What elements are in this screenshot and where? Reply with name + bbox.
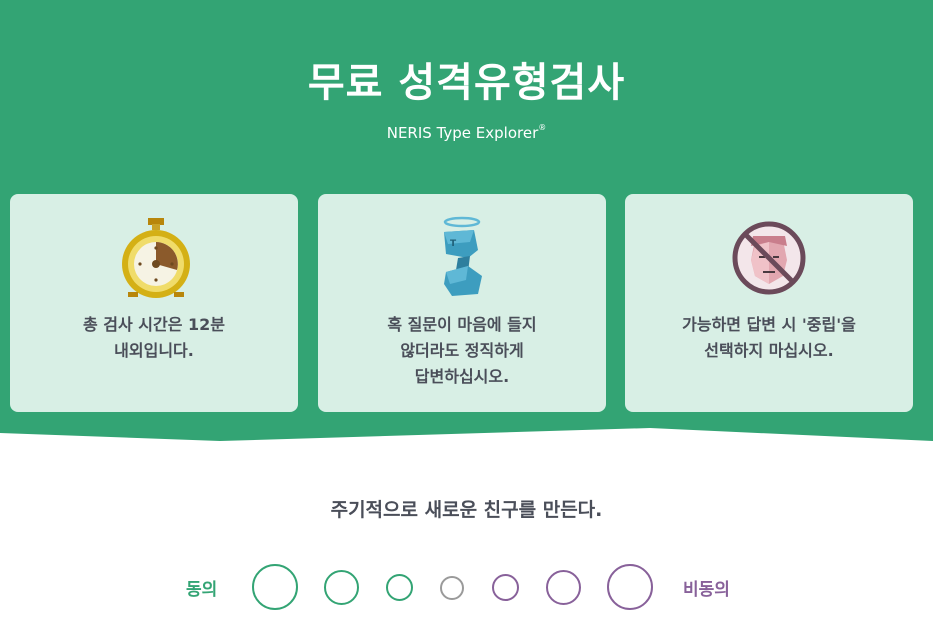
card-text-line: 않더라도 정직하게 <box>400 341 524 360</box>
subtitle-text: NERIS Type Explorer <box>386 124 539 142</box>
disagree-label: 비동의 <box>683 580 730 600</box>
agree-label: 동의 <box>186 580 218 600</box>
question-text: 주기적으로 새로운 친구를 만든다. <box>330 499 603 521</box>
card-text-line: 내외입니다. <box>114 341 194 360</box>
card-text: 가능하면 답변 시 '중립'을 선택하지 마십시오. <box>641 312 897 364</box>
stopwatch-icon <box>122 218 190 298</box>
page-title: 무료 성격유형검사 <box>307 60 626 106</box>
card-text-line: 선택하지 마십시오. <box>704 341 834 360</box>
info-card-honesty: T 혹 질문이 마음에 들지 않더라도 정직하게 답변하십시오. <box>318 194 606 412</box>
info-card-no-neutral: 가능하면 답변 시 '중립'을 선택하지 마십시오. <box>625 194 913 412</box>
card-text-line: 가능하면 답변 시 '중립'을 <box>682 315 856 334</box>
svg-text:T: T <box>450 239 457 249</box>
hero-section: 무료 성격유형검사 NERIS Type Explorer® 총 검사 시간은 … <box>0 0 933 443</box>
card-text: 혹 질문이 마음에 들지 않더라도 정직하게 답변하십시오. <box>334 312 590 390</box>
card-text-line: 총 검사 시간은 12분 <box>82 315 226 334</box>
registered-mark: ® <box>538 123 547 132</box>
answer-option-strongly-disagree[interactable] <box>607 564 653 610</box>
halo-character-icon: T <box>443 216 482 296</box>
answer-option-disagree[interactable] <box>546 570 581 605</box>
info-card-time: 총 검사 시간은 12분 내외입니다. <box>10 194 298 412</box>
answer-option-slightly-disagree[interactable] <box>492 574 519 601</box>
no-neutral-face-icon <box>732 221 806 295</box>
page-subtitle: NERIS Type Explorer® <box>0 123 933 142</box>
card-text: 총 검사 시간은 12분 내외입니다. <box>26 312 282 364</box>
answer-option-neutral[interactable] <box>440 576 464 600</box>
answer-option-strongly-agree[interactable] <box>252 564 298 610</box>
answer-option-agree[interactable] <box>324 570 359 605</box>
card-text-line: 답변하십시오. <box>414 367 510 386</box>
card-text-line: 혹 질문이 마음에 들지 <box>387 315 537 334</box>
answer-option-slightly-agree[interactable] <box>386 574 413 601</box>
